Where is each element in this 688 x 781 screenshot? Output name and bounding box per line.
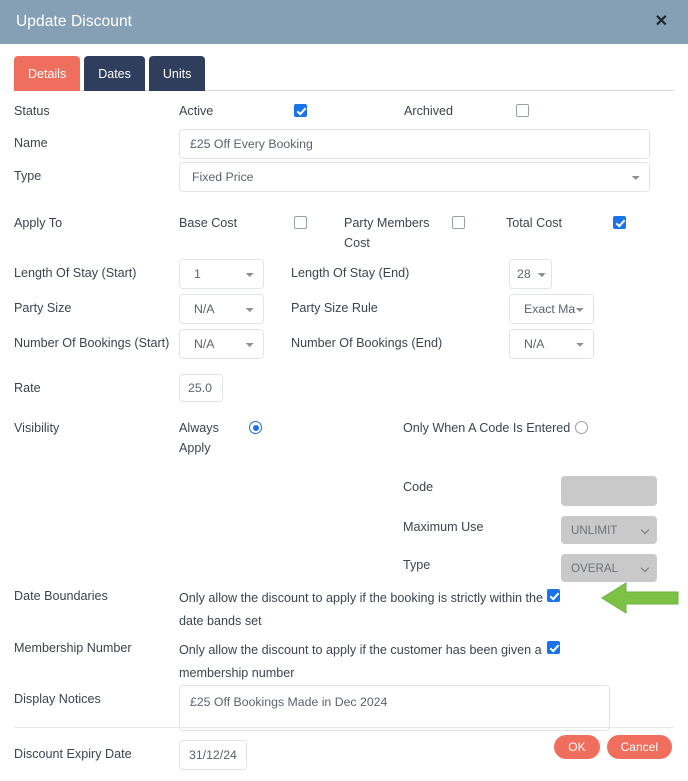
party-size-rule-select[interactable]: Exact Ma bbox=[509, 294, 594, 324]
maximum-use-label: Maximum Use bbox=[403, 520, 484, 535]
active-label: Active bbox=[179, 104, 214, 118]
code-type-label: Type bbox=[403, 558, 431, 573]
length-of-stay-start-label: Length Of Stay (Start) bbox=[14, 266, 137, 280]
active-checkbox[interactable] bbox=[294, 104, 307, 117]
modal-header: Update Discount ✕ bbox=[0, 0, 688, 44]
tab-units[interactable]: Units bbox=[148, 56, 206, 91]
always-apply-radio[interactable] bbox=[249, 421, 262, 434]
row-display-notices: Display Notices £25 Off Bookings Made in… bbox=[14, 685, 674, 740]
date-boundaries-label: Date Boundaries bbox=[14, 589, 108, 604]
row-length-of-stay: Length Of Stay (Start) 1 Length Of Stay … bbox=[14, 259, 674, 294]
row-party-size: Party Size N/A Party Size Rule Exact Ma bbox=[14, 294, 674, 329]
row-rate: Rate bbox=[14, 374, 674, 414]
tab-dates-label: Dates bbox=[98, 66, 131, 81]
number-of-bookings-start-label: Number Of Bookings (Start) bbox=[14, 336, 170, 350]
party-members-cost-label: Party Members Cost bbox=[344, 216, 430, 250]
length-of-stay-start-select[interactable]: 1 bbox=[179, 259, 264, 289]
row-number-of-bookings: Number Of Bookings (Start) N/A Number Of… bbox=[14, 329, 674, 374]
code-type-select: OVERAL bbox=[561, 554, 657, 583]
number-of-bookings-end-select[interactable]: N/A bbox=[509, 329, 594, 359]
party-members-cost-checkbox[interactable] bbox=[452, 216, 465, 229]
code-type-value: OVERAL bbox=[571, 561, 619, 575]
close-icon[interactable]: ✕ bbox=[651, 12, 672, 32]
row-visibility: Visibility Always Apply Only When A Code… bbox=[14, 414, 674, 583]
number-of-bookings-end-label: Number Of Bookings (End) bbox=[291, 336, 443, 350]
date-boundaries-description: Only allow the discount to apply if the … bbox=[179, 591, 544, 629]
cancel-button[interactable]: Cancel bbox=[606, 735, 672, 759]
tab-dates[interactable]: Dates bbox=[84, 56, 145, 91]
chevron-down-icon bbox=[640, 525, 650, 535]
length-of-stay-end-select[interactable]: 28 bbox=[509, 259, 552, 289]
membership-number-description: Only allow the discount to apply if the … bbox=[179, 642, 542, 680]
discount-expiry-date-input[interactable] bbox=[179, 740, 247, 771]
chevron-down-icon bbox=[640, 563, 650, 573]
visibility-label: Visibility bbox=[14, 421, 60, 435]
display-notices-label: Display Notices bbox=[14, 692, 101, 707]
base-cost-label: Base Cost bbox=[179, 216, 238, 230]
maximum-use-value: UNLIMIT bbox=[571, 523, 618, 537]
archived-label: Archived bbox=[404, 104, 453, 118]
rate-label: Rate bbox=[14, 381, 41, 395]
party-size-select[interactable]: N/A bbox=[179, 294, 264, 324]
party-size-rule-label: Party Size Rule bbox=[291, 301, 378, 315]
row-name: Name bbox=[14, 129, 674, 162]
row-apply-to: Apply To Base Cost Party Members Cost To… bbox=[14, 209, 674, 259]
display-notices-textarea[interactable]: £25 Off Bookings Made in Dec 2024 bbox=[179, 685, 610, 732]
base-cost-checkbox[interactable] bbox=[294, 216, 307, 229]
archived-checkbox[interactable] bbox=[516, 104, 529, 117]
type-label: Type bbox=[14, 169, 42, 183]
date-boundaries-checkbox[interactable] bbox=[547, 589, 560, 603]
footer-divider bbox=[14, 727, 674, 728]
rate-input[interactable] bbox=[179, 374, 223, 402]
tab-details[interactable]: Details bbox=[14, 56, 81, 91]
always-apply-label: Always Apply bbox=[179, 421, 219, 455]
ok-button[interactable]: OK bbox=[554, 735, 600, 759]
type-select[interactable]: Fixed Price bbox=[179, 162, 650, 192]
discount-form: Status Active Archived Name Type Fixed P… bbox=[0, 91, 688, 780]
number-of-bookings-start-select[interactable]: N/A bbox=[179, 329, 264, 359]
party-size-label: Party Size bbox=[14, 301, 72, 315]
name-label: Name bbox=[14, 136, 48, 150]
total-cost-checkbox[interactable] bbox=[613, 216, 626, 229]
code-input bbox=[561, 476, 657, 507]
membership-number-label: Membership Number bbox=[14, 640, 132, 655]
only-when-code-label: Only When A Code Is Entered bbox=[403, 421, 571, 435]
footer-actions: OK Cancel bbox=[554, 735, 672, 759]
row-type: Type Fixed Price bbox=[14, 162, 674, 209]
row-membership-number: Membership Number Only allow the discoun… bbox=[14, 634, 674, 686]
total-cost-label: Total Cost bbox=[506, 216, 562, 230]
only-when-code-radio[interactable] bbox=[575, 421, 588, 434]
code-label: Code bbox=[403, 480, 434, 495]
maximum-use-select: UNLIMIT bbox=[561, 516, 657, 545]
membership-number-checkbox[interactable] bbox=[547, 640, 560, 654]
name-input[interactable] bbox=[179, 129, 650, 159]
status-label: Status bbox=[14, 104, 50, 118]
tab-strip: Details Dates Units bbox=[0, 44, 688, 91]
length-of-stay-end-label: Length Of Stay (End) bbox=[291, 266, 410, 280]
page-title: Update Discount bbox=[16, 13, 133, 30]
row-status: Status Active Archived bbox=[14, 97, 674, 129]
tab-details-label: Details bbox=[28, 66, 67, 81]
apply-to-label: Apply To bbox=[14, 216, 63, 230]
row-date-boundaries: Date Boundaries Only allow the discount … bbox=[14, 582, 674, 634]
tab-units-label: Units bbox=[162, 66, 192, 81]
discount-expiry-date-label: Discount Expiry Date bbox=[14, 747, 132, 762]
